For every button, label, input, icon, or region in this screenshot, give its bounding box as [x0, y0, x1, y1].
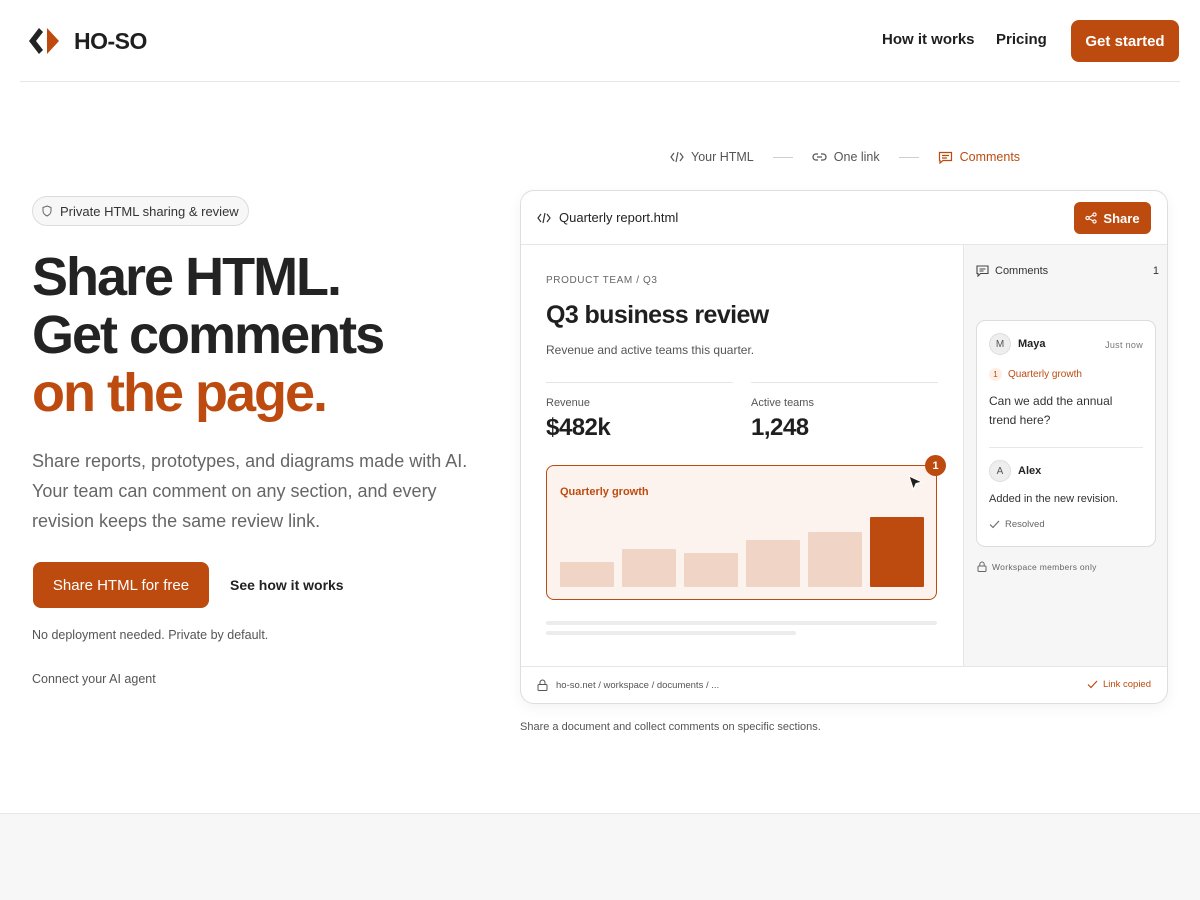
step-your-html: Your HTML — [670, 150, 754, 164]
headline-line-3: on the page. — [32, 363, 328, 423]
headline-line-1: Share HTML. — [32, 247, 342, 307]
logo-icon — [29, 28, 59, 54]
comment-icon — [938, 151, 952, 164]
cursor-icon — [908, 475, 924, 491]
lock-icon — [537, 679, 548, 691]
doc-eyebrow: PRODUCT TEAM / Q3 — [546, 275, 658, 286]
workspace-members-note: Workspace members only — [977, 561, 1097, 572]
document-body: PRODUCT TEAM / Q3 Q3 business review Rev… — [521, 245, 963, 666]
reply-author: Alex — [1018, 465, 1042, 477]
preview-footer: ho-so.net / workspace / documents / ... … — [521, 666, 1167, 703]
comment-divider — [989, 447, 1143, 448]
private-badge: Private HTML sharing & review — [32, 196, 249, 226]
file-name: Quarterly report.html — [537, 210, 678, 225]
nav-link-pricing[interactable]: Pricing — [996, 31, 1047, 48]
comment-author: Maya — [1018, 338, 1046, 350]
preview-header: Quarterly report.html Share — [521, 191, 1167, 245]
document-preview-card: Quarterly report.html Share PRODUCT TEAM… — [520, 190, 1168, 704]
hero-headline: Share HTML. Get comments on the page. — [32, 247, 385, 423]
growth-bar — [808, 531, 862, 587]
check-icon — [989, 520, 1000, 529]
share-button[interactable]: Share — [1074, 202, 1151, 234]
comment-marker-badge[interactable]: 1 — [925, 455, 946, 476]
hero-description: Share reports, prototypes, and diagrams … — [32, 451, 468, 531]
share-html-free-button[interactable]: Share HTML for free — [33, 562, 209, 608]
connect-ai-agent-link[interactable]: Connect your AI agent — [32, 672, 156, 686]
step-comments: Comments — [938, 150, 1020, 164]
metric-active-teams: Active teams 1,248 — [751, 382, 938, 441]
growth-bar — [870, 517, 924, 587]
see-how-it-works-link[interactable]: See how it works — [230, 577, 344, 593]
doc-subtitle: Revenue and active teams this quarter. — [546, 343, 755, 357]
comments-panel: Comments 1 M Maya Just now 1 Quarterly g… — [963, 245, 1167, 666]
comment-icon — [976, 265, 989, 277]
doc-title: Q3 business review — [546, 301, 769, 329]
metric-revenue: Revenue $482k — [546, 382, 733, 441]
top-nav: HO-SO How it works Pricing Get started — [0, 0, 1200, 82]
growth-bars — [560, 516, 924, 587]
step-separator — [898, 156, 919, 158]
headline-line-2: Get comments — [32, 305, 385, 365]
avatar: A — [989, 460, 1011, 482]
link-icon — [812, 153, 827, 161]
code-icon — [537, 212, 551, 223]
badge-label: Private HTML sharing & review — [60, 203, 239, 219]
document-url[interactable]: ho-so.net / workspace / documents / ... — [537, 679, 719, 691]
placeholder-line — [546, 621, 937, 625]
step-separator — [772, 156, 793, 158]
nav-link-how-it-works[interactable]: How it works — [882, 31, 975, 48]
comment-text: Can we add the annual trend here? — [989, 394, 1113, 427]
brand-name: HO-SO — [74, 27, 147, 54]
comment-count: 1 — [1152, 265, 1159, 277]
growth-bar — [560, 561, 614, 587]
reply-text: Added in the new revision. — [989, 493, 1119, 505]
avatar: M — [989, 333, 1011, 355]
preview-caption: Share a document and collect comments on… — [520, 721, 821, 733]
lock-icon — [977, 561, 987, 572]
code-icon — [670, 151, 684, 163]
get-started-button[interactable]: Get started — [1071, 20, 1179, 62]
comment-time: Just now — [1105, 340, 1143, 350]
shield-icon — [42, 205, 52, 217]
growth-bar — [622, 549, 676, 587]
share-icon — [1085, 212, 1098, 224]
step-one-link: One link — [812, 150, 880, 164]
comment-thread[interactable]: M Maya Just now 1 Quarterly growth Can w… — [976, 320, 1156, 547]
comment-anchor[interactable]: 1 Quarterly growth — [989, 368, 1082, 381]
check-icon — [1087, 680, 1098, 689]
workflow-steps: Your HTML One link Comments — [670, 150, 1020, 164]
comments-header: Comments 1 — [976, 265, 1159, 277]
next-section — [0, 813, 1200, 900]
quarterly-growth-section[interactable]: Quarterly growth — [546, 465, 937, 600]
link-copied-status: Link copied — [1087, 679, 1151, 690]
growth-bar — [684, 553, 738, 587]
growth-bar — [746, 540, 800, 587]
brand[interactable]: HO-SO — [28, 26, 147, 56]
deployment-note: No deployment needed. Private by default… — [32, 628, 269, 642]
growth-title: Quarterly growth — [560, 486, 649, 498]
resolved-status: Resolved — [989, 519, 1045, 530]
placeholder-line — [546, 631, 796, 635]
nav-divider — [20, 81, 1180, 82]
